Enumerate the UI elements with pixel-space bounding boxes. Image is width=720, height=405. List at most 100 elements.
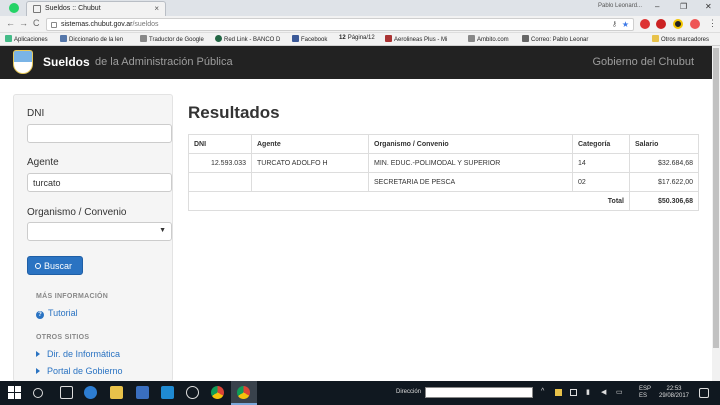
search-sidebar: DNI Agente turcato Organismo / Convenio … bbox=[13, 94, 173, 382]
extension-icon[interactable] bbox=[640, 19, 650, 29]
chubut-coat-of-arms-icon bbox=[13, 50, 33, 74]
column-header: Organismo / Convenio bbox=[368, 134, 573, 154]
page-favicon-icon bbox=[33, 5, 41, 13]
chrome-icon bbox=[237, 386, 250, 399]
whatsapp-icon[interactable] bbox=[9, 3, 19, 13]
mail-icon[interactable] bbox=[161, 386, 174, 399]
search-icon[interactable] bbox=[33, 388, 43, 398]
table-row: SECRETARIA DE PESCA 02 $17.622,00 bbox=[188, 172, 699, 192]
bookmark-item[interactable]: Traductor de Google bbox=[140, 35, 204, 43]
column-header: Salario bbox=[629, 134, 699, 154]
organismo-label: Organismo / Convenio bbox=[27, 207, 127, 218]
table-header-row: DNI Agente Organismo / Convenio Categorí… bbox=[188, 134, 699, 154]
active-taskbar-item[interactable] bbox=[231, 381, 257, 405]
more-info-heading: MÁS INFORMACIÓN bbox=[36, 293, 109, 300]
gobierno-link[interactable]: Gobierno del Chubut bbox=[592, 56, 694, 68]
categoria-cell: 02 bbox=[572, 172, 630, 192]
reload-icon[interactable]: C bbox=[33, 18, 40, 28]
volume-icon[interactable]: ◀ bbox=[601, 388, 606, 396]
bookmark-item[interactable]: 12 Página/12 bbox=[339, 35, 375, 41]
bookmark-star-icon[interactable]: ★ bbox=[622, 20, 629, 29]
tab-close-icon[interactable]: × bbox=[154, 4, 159, 13]
total-value: $50.306,68 bbox=[629, 191, 699, 211]
other-sites-heading: OTROS SITIOS bbox=[36, 334, 90, 341]
tray-chevron-icon[interactable]: ^ bbox=[541, 388, 544, 395]
bookmark-item[interactable]: Otros marcadores bbox=[652, 35, 709, 43]
portal-gobierno-link[interactable]: Portal de Gobierno bbox=[36, 366, 123, 376]
direccion-input[interactable] bbox=[425, 387, 533, 398]
bookmark-item[interactable]: Red Link - BANCO D bbox=[215, 35, 280, 43]
chrome-icon[interactable] bbox=[211, 386, 224, 399]
caret-right-icon bbox=[36, 351, 40, 357]
bookmark-item[interactable]: Correo: Pablo Leonar bbox=[522, 35, 588, 43]
search-button[interactable]: Buscar bbox=[27, 256, 83, 275]
dni-input[interactable] bbox=[27, 124, 172, 143]
dictionary-icon bbox=[60, 35, 67, 42]
file-explorer-icon[interactable] bbox=[110, 386, 123, 399]
tab-title: Sueldos :: Chubut bbox=[45, 5, 101, 12]
results-table: DNI Agente Organismo / Convenio Categorí… bbox=[188, 134, 699, 211]
clock[interactable]: 22:53 29/08/2017 bbox=[656, 386, 692, 400]
network-icon[interactable]: ▮ bbox=[586, 388, 590, 396]
windows-taskbar: Dirección ^ ▮ ◀ ▭ ESP ES 22:53 29/08/2017 bbox=[0, 381, 720, 405]
edge-icon[interactable] bbox=[84, 386, 97, 399]
key-icon[interactable]: ⚷ bbox=[612, 20, 617, 28]
close-window-icon[interactable]: ✕ bbox=[705, 2, 712, 11]
question-icon: ? bbox=[36, 311, 44, 319]
page-scrollbar[interactable] bbox=[712, 46, 720, 382]
clock-time: 22:53 bbox=[666, 386, 682, 392]
bookmark-item[interactable]: Diccionario de la len bbox=[60, 35, 123, 43]
extension-icon[interactable] bbox=[690, 19, 700, 29]
tutorial-link[interactable]: ? Tutorial bbox=[36, 308, 78, 319]
site-brand-subtitle: de la Administración Pública bbox=[95, 56, 233, 68]
profile-name[interactable]: Pablo Leonard... bbox=[598, 3, 642, 9]
page-title: Resultados bbox=[188, 103, 280, 122]
agente-cell bbox=[251, 172, 369, 192]
table-row: 12.593.033 TURCATO ADOLFO H MIN. EDUC.-P… bbox=[188, 153, 699, 173]
battery-icon[interactable]: ▭ bbox=[616, 388, 623, 396]
mail-icon bbox=[522, 35, 529, 42]
extension-icon[interactable] bbox=[656, 19, 666, 29]
dni-label: DNI bbox=[27, 108, 45, 119]
bookmark-item[interactable]: Ambito.com bbox=[468, 35, 509, 43]
url-input[interactable]: sistemas.chubut.gov.ar/sueldos ⚷ ★ bbox=[46, 18, 634, 31]
salario-cell: $32.684,68 bbox=[629, 153, 699, 173]
minimize-icon[interactable]: – bbox=[655, 2, 659, 11]
scrollbar-thumb[interactable] bbox=[713, 48, 719, 348]
aerolineas-icon bbox=[385, 35, 392, 42]
dni-cell bbox=[188, 172, 252, 192]
tray-app-icon[interactable] bbox=[570, 389, 577, 396]
task-view-icon[interactable] bbox=[60, 386, 73, 399]
notifications-icon[interactable] bbox=[699, 388, 709, 398]
bookmark-item[interactable]: Facebook bbox=[292, 35, 327, 43]
site-brand[interactable]: Sueldos bbox=[43, 55, 90, 69]
bookmark-item[interactable]: Aerolineas Plus - Mi bbox=[385, 35, 447, 43]
apps-icon bbox=[5, 35, 12, 42]
informatica-link[interactable]: Dir. de Informática bbox=[36, 349, 120, 359]
extension-icon[interactable] bbox=[673, 19, 683, 29]
browser-tab[interactable]: Sueldos :: Chubut × bbox=[26, 1, 166, 16]
url-host: sistemas.chubut.gov.ar bbox=[61, 21, 133, 28]
app-icon[interactable] bbox=[186, 386, 199, 399]
column-header: Categoría bbox=[572, 134, 630, 154]
agente-label: Agente bbox=[27, 157, 59, 168]
search-button-label: Buscar bbox=[44, 261, 73, 271]
agente-cell: TURCATO ADOLFO H bbox=[251, 153, 369, 173]
dni-cell: 12.593.033 bbox=[188, 153, 252, 173]
tray-app-icon[interactable] bbox=[555, 389, 562, 396]
pagina12-icon: 12 bbox=[339, 35, 346, 41]
bookmark-item[interactable]: Aplicaciones bbox=[5, 35, 48, 43]
windows-start-icon[interactable] bbox=[8, 386, 21, 399]
bookmarks-bar: Aplicaciones Diccionario de la len Tradu… bbox=[0, 33, 720, 46]
forward-icon[interactable]: → bbox=[19, 18, 28, 28]
organismo-select[interactable]: ▼ bbox=[27, 222, 172, 241]
input-language[interactable]: ESP ES bbox=[639, 386, 651, 400]
maximize-icon[interactable]: ❐ bbox=[680, 2, 687, 11]
back-icon[interactable]: ← bbox=[6, 18, 15, 28]
store-icon[interactable] bbox=[136, 386, 149, 399]
url-path: /sueldos bbox=[132, 21, 159, 28]
browser-tab-strip: Sueldos :: Chubut × Pablo Leonard... – ❐… bbox=[0, 0, 720, 16]
browser-menu-icon[interactable]: ⋮ bbox=[708, 18, 717, 29]
organismo-cell: MIN. EDUC.-POLIMODAL Y SUPERIOR bbox=[368, 153, 573, 173]
agente-input[interactable]: turcato bbox=[27, 173, 172, 192]
